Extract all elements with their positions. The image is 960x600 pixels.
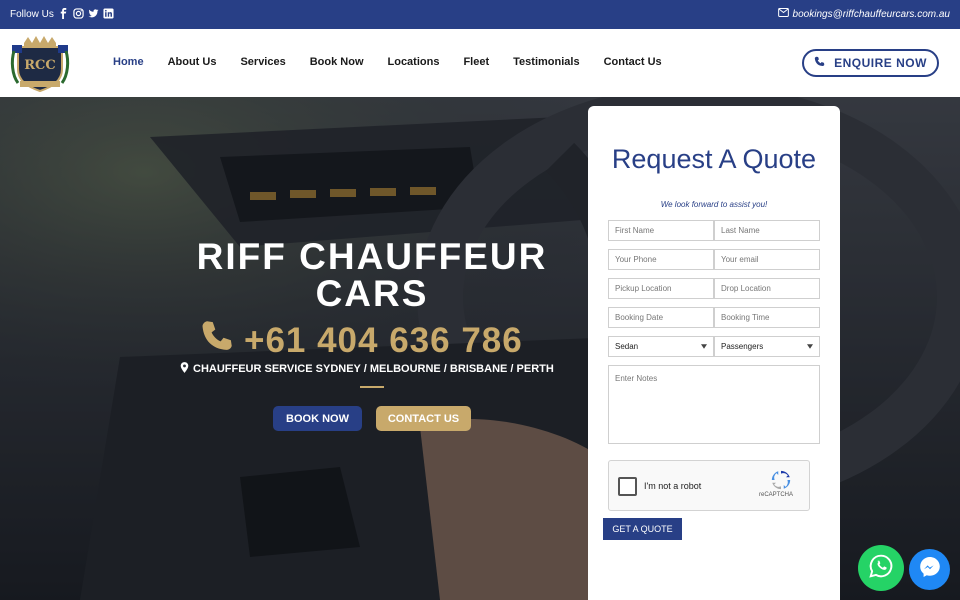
nav-item-book-now[interactable]: Book Now xyxy=(310,56,364,68)
phone-icon xyxy=(814,56,825,70)
enquire-now-button[interactable]: ENQUIRE NOW xyxy=(802,49,939,77)
hero-title: RIFF CHAUFFEUR CARS xyxy=(196,236,548,314)
recaptcha-widget: I'm not a robot reCAPTCHA xyxy=(608,460,810,511)
last-name-field[interactable]: Last Name xyxy=(714,220,820,241)
linkedin-icon[interactable] xyxy=(103,8,114,19)
first-name-field[interactable]: First Name xyxy=(608,220,714,241)
hero-phone[interactable]: +61 404 636 786 xyxy=(200,319,523,362)
email-field[interactable]: Your email xyxy=(714,249,820,270)
enquire-now-label: ENQUIRE NOW xyxy=(834,56,927,70)
nav-item-home[interactable]: Home xyxy=(113,56,144,68)
contact-us-button[interactable]: CONTACT US xyxy=(376,406,471,431)
nav-item-services[interactable]: Services xyxy=(240,56,285,68)
social-links xyxy=(58,8,114,19)
map-pin-icon xyxy=(180,362,189,376)
pickup-location-field[interactable]: Pickup Location xyxy=(608,278,714,299)
nav-item-contact-us[interactable]: Contact Us xyxy=(604,56,662,68)
vehicle-select[interactable]: Sedan xyxy=(608,336,714,357)
nav-item-fleet[interactable]: Fleet xyxy=(463,56,489,68)
email-address: bookings@riffchauffeurcars.com.au xyxy=(792,8,950,20)
recaptcha-brand: reCAPTCHA xyxy=(759,492,794,498)
quote-subtitle: We look forward to assist you! xyxy=(660,200,768,209)
phone-number: +61 404 636 786 xyxy=(244,320,523,360)
nav-item-locations[interactable]: Locations xyxy=(388,56,440,68)
drop-location-field[interactable]: Drop Location xyxy=(714,278,820,299)
top-bar: Follow Us bookings@riffchauffeurcars.com… xyxy=(0,0,960,29)
whatsapp-icon xyxy=(868,553,894,584)
main-nav: Home About Us Services Book Now Location… xyxy=(113,56,686,68)
whatsapp-button[interactable] xyxy=(858,545,904,591)
hero-divider xyxy=(360,386,384,388)
passengers-select[interactable]: Passengers xyxy=(714,336,820,357)
follow-us-label: Follow Us xyxy=(10,9,54,20)
service-locations: CHAUFFEUR SERVICE SYDNEY / MELBOURNE / B… xyxy=(180,362,554,376)
captcha-label: I'm not a robot xyxy=(644,481,702,491)
messenger-icon xyxy=(918,555,942,584)
quote-title: Request A Quote xyxy=(611,144,817,174)
email-link[interactable]: bookings@riffchauffeurcars.com.au xyxy=(777,8,950,20)
booking-date-field[interactable]: Booking Date xyxy=(608,307,714,328)
phone-field[interactable]: Your Phone xyxy=(608,249,714,270)
quote-form: Request A Quote We look forward to assis… xyxy=(588,106,840,600)
vehicle-select-value: Sedan xyxy=(615,342,639,351)
book-now-button[interactable]: BOOK NOW xyxy=(273,406,362,431)
booking-time-field[interactable]: Booking Time xyxy=(714,307,820,328)
phone-icon xyxy=(200,319,234,362)
site-header: RCC Home About Us Services Book Now Loca… xyxy=(0,29,960,97)
company-logo[interactable]: RCC xyxy=(10,33,70,93)
chevron-down-icon xyxy=(807,342,813,351)
messenger-button[interactable] xyxy=(909,549,950,590)
chevron-down-icon xyxy=(701,342,707,351)
service-locations-text: CHAUFFEUR SERVICE SYDNEY / MELBOURNE / B… xyxy=(193,363,554,375)
twitter-icon[interactable] xyxy=(88,8,99,19)
get-a-quote-button[interactable]: GET A QUOTE xyxy=(603,518,682,540)
notes-textarea[interactable]: Enter Notes xyxy=(608,365,820,444)
facebook-icon[interactable] xyxy=(58,8,69,19)
svg-text:RCC: RCC xyxy=(24,58,56,73)
passengers-select-value: Passengers xyxy=(721,342,764,351)
captcha-checkbox[interactable] xyxy=(618,477,637,496)
nav-item-about-us[interactable]: About Us xyxy=(168,56,217,68)
envelope-icon xyxy=(777,8,789,20)
nav-item-testimonials[interactable]: Testimonials xyxy=(513,56,579,68)
instagram-icon[interactable] xyxy=(73,8,84,19)
